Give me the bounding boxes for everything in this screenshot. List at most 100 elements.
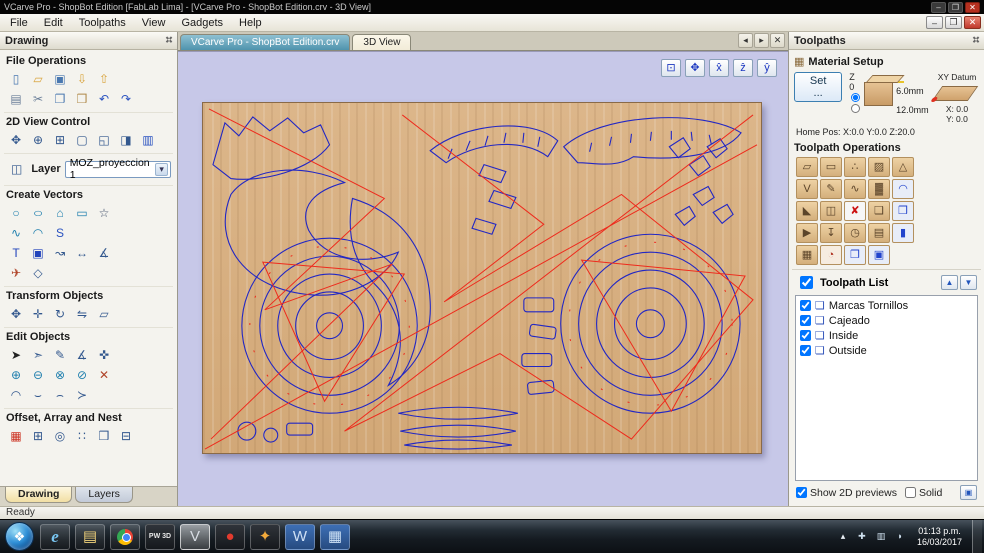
show-desktop-button[interactable] <box>972 519 982 553</box>
layer-select[interactable]: MOZ_proyeccion 1 ▾ <box>64 157 171 181</box>
measure-icon[interactable]: ∡ <box>72 346 92 364</box>
snap-icon[interactable]: ✜ <box>94 346 114 364</box>
estimate-time-icon[interactable]: ◷ <box>844 223 866 243</box>
zoom-icon[interactable]: ⊕ <box>28 131 48 149</box>
merge-toolpaths-icon[interactable]: ❒ <box>892 201 914 221</box>
solid-option[interactable]: Solid <box>904 487 942 499</box>
delete-vectors-icon[interactable]: ✕ <box>94 366 114 384</box>
draw-ellipse-icon[interactable]: ○ <box>24 204 53 222</box>
import-vectors-icon[interactable]: ⇩ <box>72 70 92 88</box>
move-toolpath-down-button[interactable]: ▼ <box>960 275 977 290</box>
app-icon-blue[interactable]: ▦ <box>320 523 350 550</box>
windows-explorer-icon[interactable]: ▤ <box>75 523 105 550</box>
tab-drawing[interactable]: Drawing <box>5 487 73 503</box>
toolpath-visibility-checkbox[interactable] <box>800 315 811 326</box>
print-icon[interactable]: ▤ <box>6 90 26 108</box>
weld-vectors-icon[interactable]: ⊕ <box>6 366 26 384</box>
copy-icon[interactable]: ❐ <box>50 90 70 108</box>
toolpath-item[interactable]: ❏ Cajeado <box>798 313 975 328</box>
moulding-toolpath-icon[interactable]: ◣ <box>796 201 818 221</box>
save-toolpath-icon[interactable]: ↧ <box>820 223 842 243</box>
toolpath-item[interactable]: ❏ Marcas Tornillos <box>798 298 975 313</box>
tab-scroll-right-icon[interactable]: ▸ <box>754 33 769 48</box>
toolpath-item[interactable]: ❏ Outside <box>798 343 975 358</box>
machining-time-icon[interactable]: ◔ <box>820 245 842 265</box>
menu-file[interactable]: File <box>2 16 36 30</box>
cut-icon[interactable]: ✂ <box>28 90 48 108</box>
rotate-icon[interactable]: ↻ <box>50 305 70 323</box>
menu-gadgets[interactable]: Gadgets <box>173 16 231 30</box>
hidden-icons-icon[interactable]: ▴ <box>835 529 851 545</box>
vector-boolean-icon[interactable]: ◇ <box>28 264 48 282</box>
pin-icon[interactable]: ✜ <box>968 34 982 48</box>
join-vectors-icon[interactable]: ⌢ <box>50 386 70 404</box>
toolpath-visibility-checkbox[interactable] <box>800 330 811 341</box>
window-minimize-button[interactable]: – <box>931 1 946 13</box>
word-app-icon[interactable]: W <box>285 523 315 550</box>
draw-arc-icon[interactable]: ◠ <box>28 224 48 242</box>
zoom-window-icon[interactable]: ⊞ <box>50 131 70 149</box>
quick-engrave-icon[interactable]: ▨ <box>868 157 890 177</box>
move-selection-icon[interactable]: ✥ <box>6 305 26 323</box>
subtract-vectors-icon[interactable]: ⊖ <box>28 366 48 384</box>
volume-icon[interactable]: ◗ <box>892 529 908 545</box>
paste-icon[interactable]: ❒ <box>72 90 92 108</box>
prism-carve-icon[interactable]: ◠ <box>892 179 914 199</box>
tab-close-icon[interactable]: ✕ <box>770 33 785 48</box>
vcarve-toolpath-icon[interactable]: V <box>796 179 818 199</box>
mirror-icon[interactable]: ⇋ <box>72 305 92 323</box>
intersect-vectors-icon[interactable]: ⊗ <box>50 366 70 384</box>
mdi-minimize-button[interactable]: – <box>926 16 943 29</box>
toolpath-tiling-icon[interactable]: ▮ <box>892 223 914 243</box>
dimension-icon[interactable]: ↔ <box>72 244 92 262</box>
toolpath-template-icon[interactable]: ❑ <box>868 201 890 221</box>
set-position-icon[interactable]: ✛ <box>28 305 48 323</box>
save-file-icon[interactable]: ▣ <box>50 70 70 88</box>
partworks-app-icon[interactable]: ✦ <box>250 523 280 550</box>
zoom-selected-icon[interactable]: ◱ <box>94 131 114 149</box>
insert-clipart-icon[interactable]: ✈ <box>6 264 26 282</box>
thread-mill-icon[interactable]: △ <box>892 157 914 177</box>
close-vector-icon[interactable]: ⌣ <box>28 386 48 404</box>
inlay-toolpath-icon[interactable]: ◫ <box>820 201 842 221</box>
text-on-curve-icon[interactable]: ↝ <box>50 244 70 262</box>
export-vectors-icon[interactable]: ⇧ <box>94 70 114 88</box>
pw3d-app-icon[interactable]: PW 3D <box>145 523 175 550</box>
mdi-restore-button[interactable]: ❐ <box>945 16 962 29</box>
array-copy-icon[interactable]: ⊞ <box>28 427 48 445</box>
menu-edit[interactable]: Edit <box>36 16 71 30</box>
open-file-icon[interactable]: ▱ <box>28 70 48 88</box>
material-set-button[interactable]: Set ... <box>794 72 843 102</box>
texture-toolpath-icon[interactable]: ▓ <box>868 179 890 199</box>
toolpath-list[interactable]: ❏ Marcas Tornillos ❏ Cajeado ❏ Inside ❏ Outside <box>795 295 978 481</box>
node-edit-icon[interactable]: ➣ <box>28 346 48 364</box>
draw-curve-icon[interactable]: S <box>50 224 70 242</box>
fluting-toolpath-icon[interactable]: ∿ <box>844 179 866 199</box>
action-center-icon[interactable]: ✚ <box>854 529 870 545</box>
pin-icon[interactable]: ✜ <box>161 34 175 48</box>
3d-view-canvas[interactable]: ⊡ ✥ x̂ ẑ ŷ <box>178 51 788 506</box>
delete-toolpath-icon[interactable]: ✘ <box>844 201 866 221</box>
pan-view-icon[interactable]: ✥ <box>685 59 705 77</box>
select-icon[interactable]: ➤ <box>6 346 26 364</box>
show-2d-previews-option[interactable]: Show 2D previews <box>796 487 897 499</box>
draw-polygon-icon[interactable]: ⌂ <box>50 204 70 222</box>
pocket-toolpath-icon[interactable]: ▭ <box>820 157 842 177</box>
tab-3d-view[interactable]: 3D View <box>352 34 412 50</box>
pan-icon[interactable]: ✥ <box>6 131 26 149</box>
draw-text-icon[interactable]: T <box>6 244 26 262</box>
draw-rectangle-icon[interactable]: ▭ <box>72 204 92 222</box>
view-x-axis-icon[interactable]: x̂ <box>709 59 729 77</box>
zoom-extents-icon[interactable]: ▢ <box>72 131 92 149</box>
chrome-icon[interactable] <box>110 523 140 550</box>
vcarve-app-icon[interactable]: V <box>180 523 210 550</box>
true-shape-nesting-icon[interactable]: ⊟ <box>116 427 136 445</box>
internet-explorer-icon[interactable]: e <box>40 523 70 550</box>
new-file-icon[interactable]: ▯ <box>6 70 26 88</box>
shopbot-app-icon[interactable]: ● <box>215 523 245 550</box>
tab-layers[interactable]: Layers <box>75 487 133 503</box>
show-2d-previews-checkbox[interactable] <box>796 487 807 498</box>
redo-icon[interactable]: ↷ <box>116 90 136 108</box>
nesting-icon[interactable]: ❒ <box>94 427 114 445</box>
text-box-icon[interactable]: ▣ <box>28 244 48 262</box>
